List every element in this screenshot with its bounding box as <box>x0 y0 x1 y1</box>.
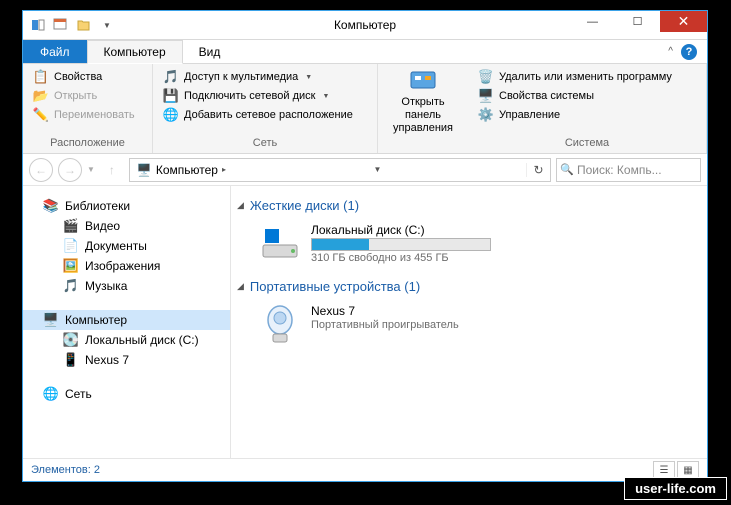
computer-icon: 🖥️ <box>137 163 152 177</box>
maximize-button[interactable]: ☐ <box>615 11 660 32</box>
drive-icon <box>259 223 301 265</box>
body: 📚Библиотеки 🎬Видео 📄Документы 🖼️Изображе… <box>23 186 707 458</box>
quick-access-toolbar: ▼ <box>23 14 118 36</box>
sidebar-item-video[interactable]: 🎬Видео <box>23 216 230 236</box>
chevron-down-icon: ▼ <box>305 74 312 81</box>
map-drive-icon: 💾 <box>163 88 179 104</box>
section-header-portable[interactable]: ◢ Портативные устройства (1) <box>237 275 701 300</box>
address-bar[interactable]: 🖥️ Компьютер ▸ ▼ ↻ <box>129 158 551 182</box>
back-button[interactable]: ← <box>29 158 53 182</box>
watermark: user-life.com <box>624 477 727 500</box>
tab-view[interactable]: Вид <box>183 40 238 63</box>
tab-file[interactable]: Файл <box>23 40 87 63</box>
qat-dropdown-icon[interactable]: ▼ <box>96 14 118 36</box>
titlebar: ▼ Компьютер — ☐ ✕ <box>23 11 707 40</box>
chevron-down-icon: ▼ <box>322 93 329 100</box>
manage-icon: ⚙️ <box>478 107 494 123</box>
qat-properties2-icon[interactable] <box>50 14 72 36</box>
open-icon: 📂 <box>33 88 49 104</box>
disk-icon: 💽 <box>63 332 79 348</box>
control-panel-button[interactable]: Открыть панель управления <box>386 68 460 138</box>
device-icon: 📱 <box>63 352 79 368</box>
open-button[interactable]: 📂Открыть <box>31 87 144 105</box>
add-location-icon: 🌐 <box>163 107 179 123</box>
device-name: Nexus 7 <box>311 304 459 318</box>
drive-name: Локальный диск (C:) <box>311 223 491 237</box>
add-location-button[interactable]: 🌐Добавить сетевое расположение <box>161 106 369 124</box>
libraries-icon: 📚 <box>43 198 59 214</box>
main-content: ◢ Жесткие диски (1) Локальный диск (C:) … <box>231 186 707 458</box>
search-input[interactable]: Поиск: Компь... <box>556 158 701 182</box>
navigation-bar: ← → ▼ ↑ 🖥️ Компьютер ▸ ▼ ↻ Поиск: Компь.… <box>23 154 707 186</box>
qat-newfolder-icon[interactable] <box>73 14 95 36</box>
rename-button[interactable]: ✏️Переименовать <box>31 106 144 124</box>
map-drive-button[interactable]: 💾Подключить сетевой диск▼ <box>161 87 369 105</box>
music-icon: 🎵 <box>63 278 79 294</box>
device-item[interactable]: Nexus 7 Портативный проигрыватель <box>237 300 701 356</box>
close-button[interactable]: ✕ <box>660 11 707 32</box>
video-icon: 🎬 <box>63 218 79 234</box>
uninstall-icon: 🗑️ <box>478 69 494 85</box>
sidebar-item-libraries[interactable]: 📚Библиотеки <box>23 196 230 216</box>
collapse-icon: ◢ <box>237 281 244 292</box>
collapse-icon: ◢ <box>237 200 244 211</box>
status-elements-count: Элементов: 2 <box>31 464 100 476</box>
minimize-button[interactable]: — <box>570 11 615 32</box>
system-properties-icon: 🖥️ <box>478 88 494 104</box>
computer-icon: 🖥️ <box>43 312 59 328</box>
ribbon-group-network: 🎵Доступ к мультимедиа▼ 💾Подключить сетев… <box>153 64 378 153</box>
uninstall-button[interactable]: 🗑️Удалить или изменить программу <box>476 68 698 86</box>
sidebar-item-images[interactable]: 🖼️Изображения <box>23 256 230 276</box>
properties-button[interactable]: 📋Свойства <box>31 68 144 86</box>
media-access-button[interactable]: 🎵Доступ к мультимедиа▼ <box>161 68 369 86</box>
sidebar-item-music[interactable]: 🎵Музыка <box>23 276 230 296</box>
documents-icon: 📄 <box>63 238 79 254</box>
ribbon: 📋Свойства 📂Открыть ✏️Переименовать Распо… <box>23 64 707 154</box>
sidebar-item-computer[interactable]: 🖥️Компьютер <box>23 310 230 330</box>
control-panel-icon <box>407 70 439 94</box>
up-button[interactable]: ↑ <box>100 158 124 182</box>
manage-button[interactable]: ⚙️Управление <box>476 106 698 124</box>
address-dropdown-icon[interactable]: ▼ <box>368 165 388 174</box>
system-properties-button[interactable]: 🖥️Свойства системы <box>476 87 698 105</box>
chevron-right-icon: ▸ <box>222 165 226 174</box>
section-header-hdd[interactable]: ◢ Жесткие диски (1) <box>237 194 701 219</box>
device-type: Портативный проигрыватель <box>311 319 459 331</box>
ribbon-group-location: 📋Свойства 📂Открыть ✏️Переименовать Распо… <box>23 64 153 153</box>
sidebar-item-network[interactable]: 🌐Сеть <box>23 384 230 404</box>
sidebar-item-localdisk[interactable]: 💽Локальный диск (C:) <box>23 330 230 350</box>
navigation-pane: 📚Библиотеки 🎬Видео 📄Документы 🖼️Изображе… <box>23 186 231 458</box>
explorer-window: ▼ Компьютер — ☐ ✕ Файл Компьютер Вид ^ ?… <box>22 10 708 482</box>
properties-icon: 📋 <box>33 69 49 85</box>
sidebar-item-documents[interactable]: 📄Документы <box>23 236 230 256</box>
address-segment-computer[interactable]: 🖥️ Компьютер ▸ <box>134 163 229 177</box>
forward-button[interactable]: → <box>58 158 82 182</box>
media-icon: 🎵 <box>163 69 179 85</box>
portable-device-icon <box>259 304 301 346</box>
help-icon[interactable]: ? <box>681 44 697 60</box>
ribbon-group-system: 🗑️Удалить или изменить программу 🖥️Свойс… <box>468 64 707 153</box>
history-dropdown-icon[interactable]: ▼ <box>87 165 95 174</box>
refresh-button[interactable]: ↻ <box>526 163 550 177</box>
window-controls: — ☐ ✕ <box>570 11 707 32</box>
qat-properties-icon[interactable] <box>27 14 49 36</box>
status-bar: Элементов: 2 ☰ ▦ <box>23 458 707 481</box>
ribbon-tabs: Файл Компьютер Вид ^ ? <box>23 40 707 64</box>
drive-free-space: 310 ГБ свободно из 455 ГБ <box>311 252 491 264</box>
drive-capacity-bar <box>311 238 491 251</box>
rename-icon: ✏️ <box>33 107 49 123</box>
ribbon-group-control-panel: Открыть панель управления <box>378 64 468 153</box>
window-title: Компьютер <box>334 18 396 32</box>
drive-item[interactable]: Локальный диск (C:) 310 ГБ свободно из 4… <box>237 219 701 275</box>
network-icon: 🌐 <box>43 386 59 402</box>
ribbon-collapse-icon[interactable]: ^ <box>668 46 673 57</box>
images-icon: 🖼️ <box>63 258 79 274</box>
tab-computer[interactable]: Компьютер <box>87 40 183 64</box>
sidebar-item-nexus[interactable]: 📱Nexus 7 <box>23 350 230 370</box>
